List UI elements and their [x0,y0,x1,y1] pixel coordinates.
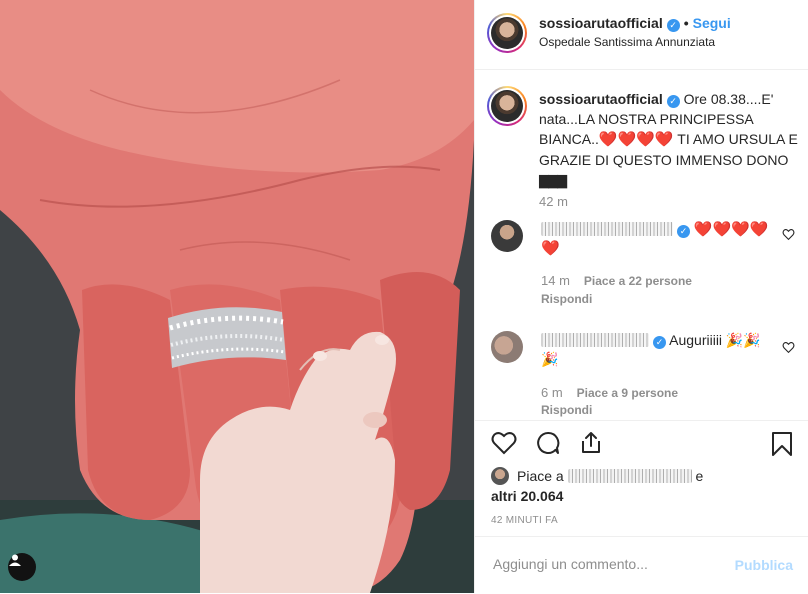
likes-suffix: e [695,468,704,484]
liker-avatar[interactable] [491,467,509,485]
caption-time[interactable]: 42 m [539,194,568,209]
verified-badge-icon: ✓ [666,95,680,108]
verified-badge-icon: ✓ [653,336,666,349]
author-username[interactable]: sossioarutaofficial [539,15,663,31]
blurred-liker-username[interactable] [567,469,692,483]
caption-username[interactable]: sossioarutaofficial [539,91,663,107]
comment-time[interactable]: 6 m [541,385,563,400]
caption-text: sossioarutaofficial ✓ Ore 08.38....E' nat… [539,89,801,191]
blurred-username[interactable] [541,333,649,347]
comment-time[interactable]: 14 m [541,273,570,288]
post-time-ago[interactable]: 42 MINUTI FA [491,515,558,526]
follow-button[interactable]: Segui [693,15,731,31]
comment-bubble-icon[interactable] [535,431,561,455]
likes-prefix: Piace a [517,468,564,484]
photo-illustration [0,0,474,593]
comment-body: ✓ ❤️❤️❤️❤️❤️ [541,220,777,258]
likes-summary: Piace a e altri 20.064 [491,466,791,506]
share-icon[interactable] [579,431,603,455]
action-bar [475,420,808,469]
person-icon [9,554,21,566]
commenter-avatar[interactable] [491,220,523,252]
commenter-avatar[interactable] [491,331,523,363]
blocks-emoji: ▇▇▇ [539,173,567,188]
like-comment-heart-icon[interactable] [782,228,795,241]
likes-others-link[interactable]: altri 20.064 [491,488,563,504]
like-heart-icon[interactable] [491,431,517,455]
caption-avatar[interactable] [487,86,527,126]
user-tag-button[interactable] [8,553,36,581]
comment-meta: 6 m Piace a 9 persone [541,385,678,400]
add-comment-bar: Pubblica [475,536,808,594]
save-bookmark-icon[interactable] [771,431,793,457]
verified-badge-icon: ✓ [677,225,690,238]
comments-list[interactable]: sossioarutaofficial ✓ Ore 08.38....E' nat… [475,70,808,420]
add-comment-input[interactable] [491,555,725,573]
blurred-username[interactable] [541,222,673,236]
post-sidebar: sossioarutaofficial ✓ • Segui Ospedale Sant… [474,0,808,593]
verified-badge-icon: ✓ [666,19,680,32]
comment-body: ✓ Auguriiiii 🎉🎉🎉 [541,331,777,369]
hearts-emoji: ❤️❤️❤️❤️ [598,131,674,148]
post-photo[interactable] [0,0,474,593]
comment-likes[interactable]: Piace a 9 persone [577,386,678,400]
reply-button[interactable]: Rispondi [541,292,592,306]
comment-likes[interactable]: Piace a 22 persone [584,274,692,288]
location-link[interactable]: Ospedale Santissima Annunziata [539,35,715,49]
like-comment-heart-icon[interactable] [782,341,795,354]
separator-dot: • [683,15,689,31]
publish-button[interactable]: Pubblica [735,557,793,573]
post-header: sossioarutaofficial ✓ • Segui Ospedale Sant… [475,0,808,70]
comment-meta: 14 m Piace a 22 persone [541,273,692,288]
author-line: sossioarutaofficial ✓ • Segui [539,15,731,32]
reply-button[interactable]: Rispondi [541,403,592,417]
author-avatar[interactable] [487,13,527,53]
